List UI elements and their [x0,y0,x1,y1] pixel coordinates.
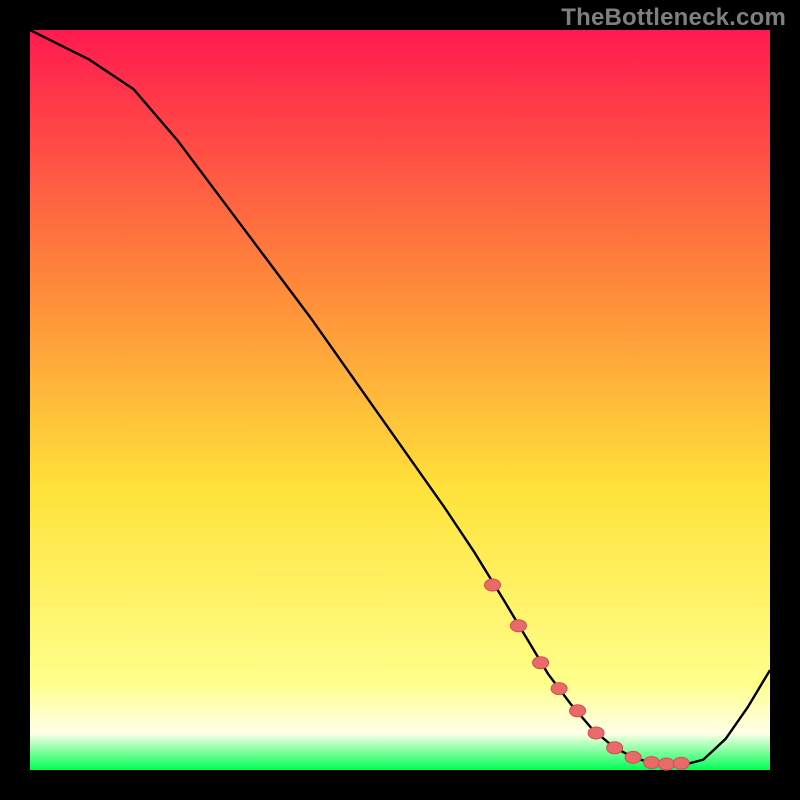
marker-dot [607,742,623,754]
marker-dot [533,657,549,669]
bottleneck-chart [0,0,800,800]
marker-dot [551,683,567,695]
marker-dot [510,620,526,632]
marker-dot [485,579,501,591]
gradient-background [30,30,770,770]
marker-dot [673,757,689,769]
marker-dot [625,751,641,763]
marker-dot [658,758,674,770]
marker-dot [570,705,586,717]
chart-frame: TheBottleneck.com [0,0,800,800]
marker-dot [644,757,660,769]
marker-dot [588,727,604,739]
